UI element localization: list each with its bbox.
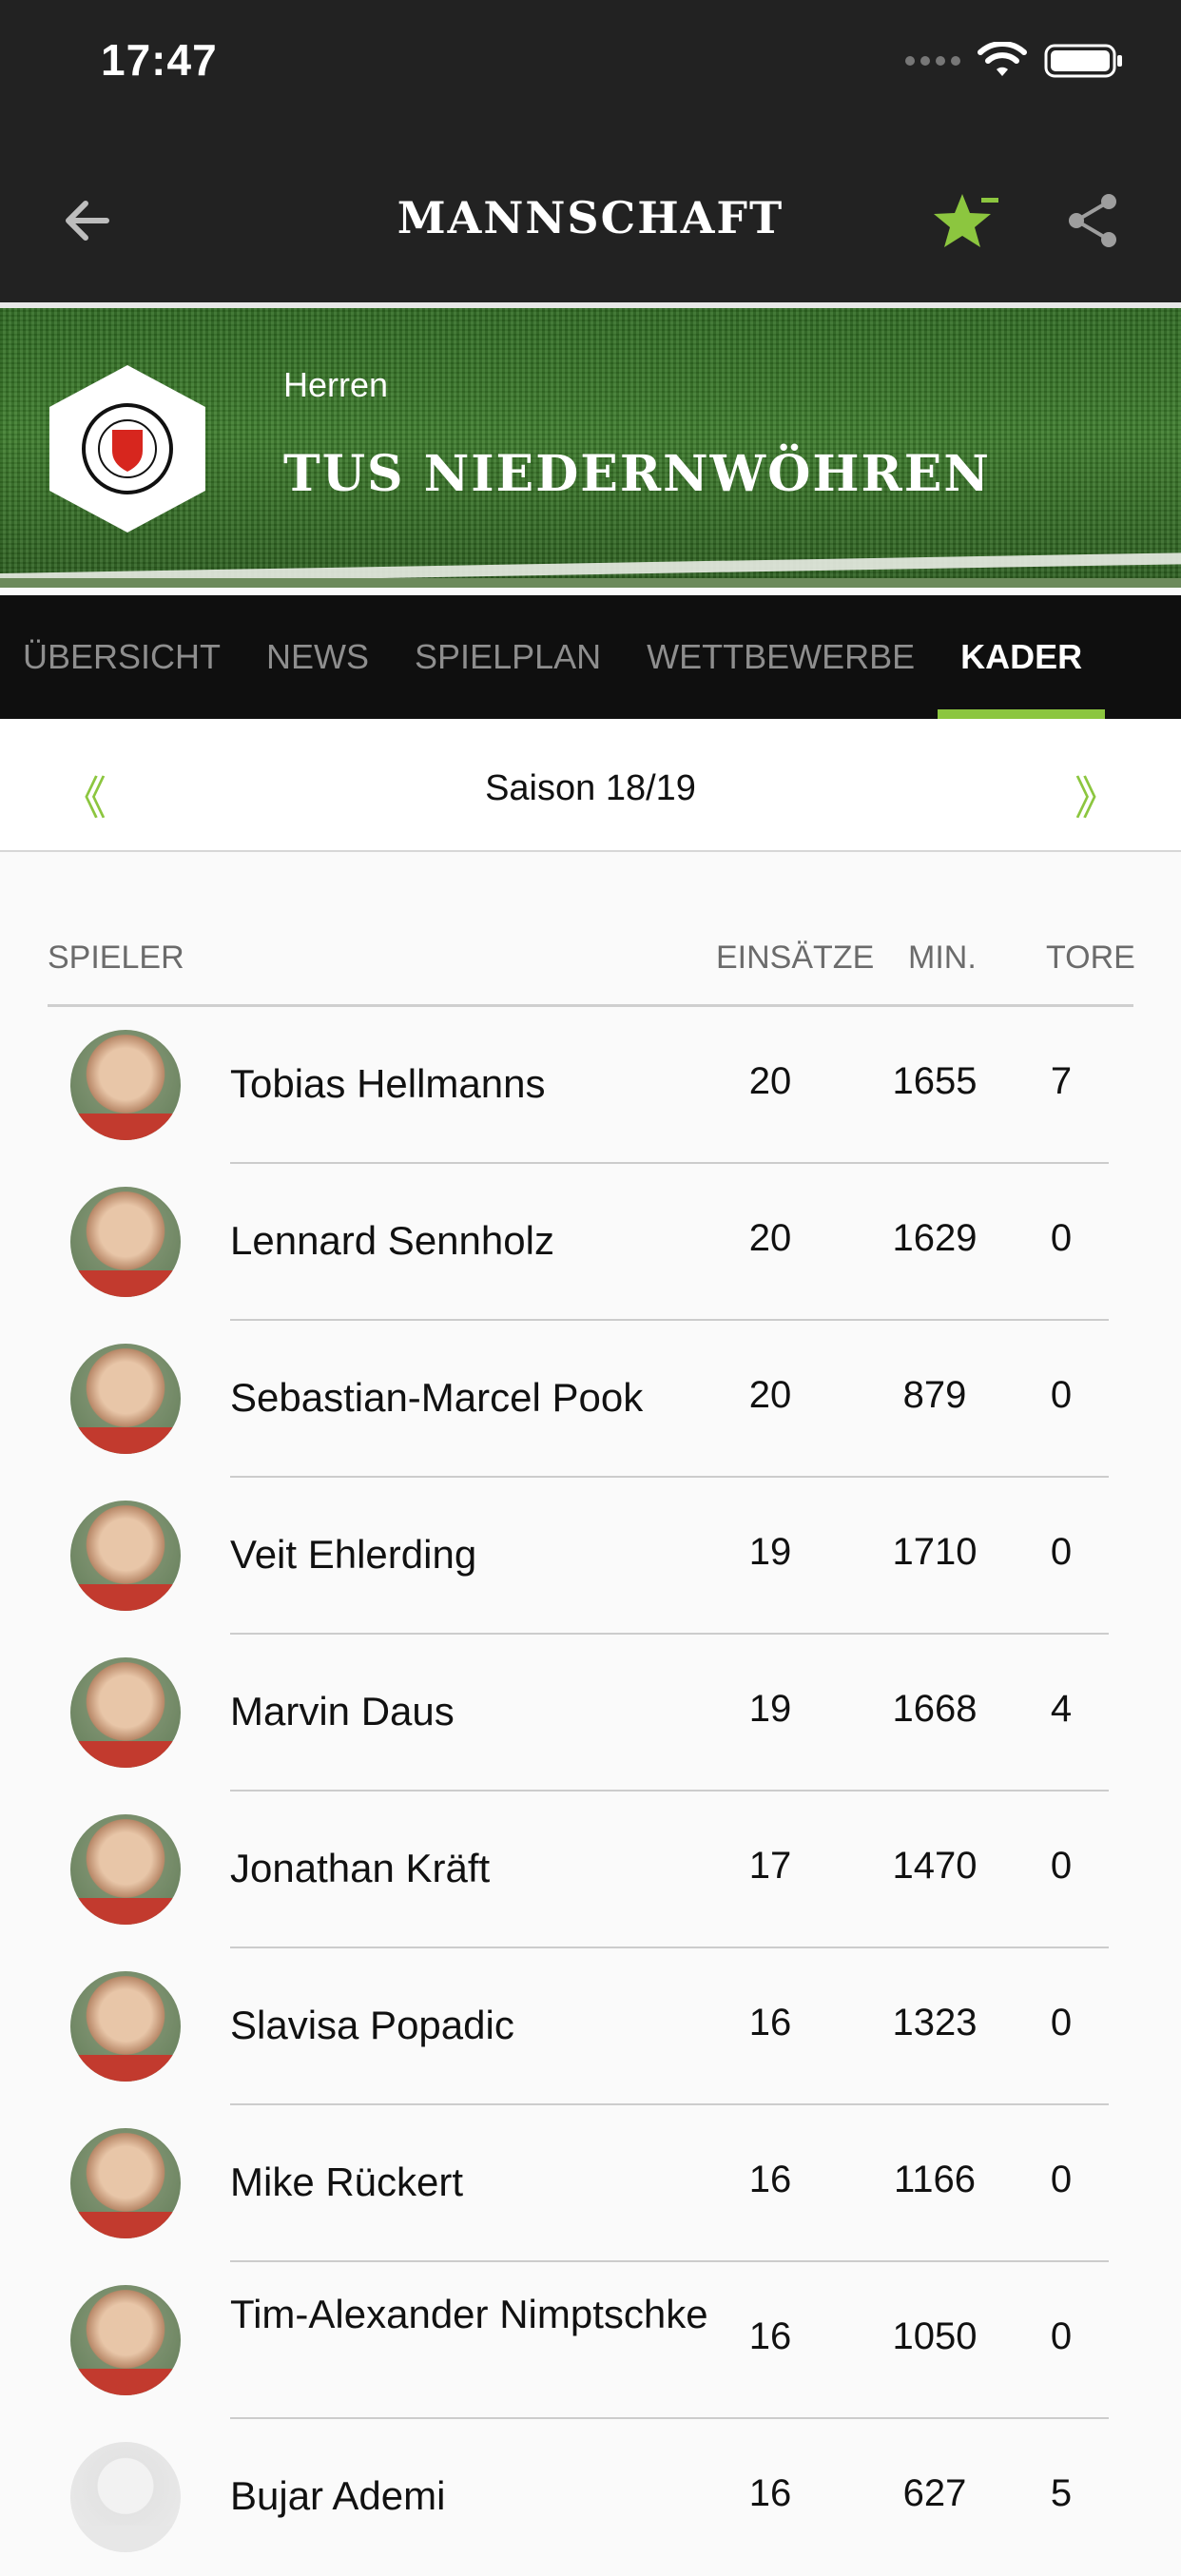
column-header-player: SPIELER xyxy=(48,939,184,976)
player-minutes: 1655 xyxy=(892,1060,978,1102)
next-season-button[interactable]: 》 xyxy=(1075,761,1120,827)
page-title: MANNSCHAFT xyxy=(397,192,784,243)
player-name: Tim-Alexander Nimptschke xyxy=(230,2292,708,2336)
navigation-bar: MANNSCHAFT xyxy=(0,143,1181,304)
player-goals: 4 xyxy=(1050,1688,1073,1730)
tab-kader[interactable]: KADER xyxy=(938,595,1106,719)
player-minutes: 1323 xyxy=(892,2002,978,2043)
player-goals: 7 xyxy=(1050,1060,1073,1102)
table-header: SPIELER EINSÄTZE MIN. TORE xyxy=(48,913,1135,1007)
player-goals: 0 xyxy=(1050,1531,1073,1573)
team-logo xyxy=(49,365,205,533)
wifi-icon xyxy=(978,42,1027,76)
column-header-goals: TORE xyxy=(1046,939,1135,976)
table-row[interactable]: Sebastian-Marcel Pook 20 879 0 xyxy=(48,1321,1133,1478)
squad-table: SPIELER EINSÄTZE MIN. TORE Tobias Hellma… xyxy=(48,913,1135,2576)
club-crest-icon xyxy=(82,403,173,494)
player-goals: 5 xyxy=(1050,2472,1073,2514)
tab-uebersicht[interactable]: ÜBERSICHT xyxy=(0,595,243,719)
table-row[interactable]: Veit Ehlerding 19 1710 0 xyxy=(48,1478,1133,1635)
player-appearances: 20 xyxy=(748,1060,792,1102)
column-header-appearances: EINSÄTZE xyxy=(716,939,875,976)
player-appearances: 19 xyxy=(748,1531,792,1573)
status-bar: 17:47 xyxy=(0,0,1181,143)
player-name: Tobias Hellmanns xyxy=(230,1061,546,1106)
status-icons xyxy=(905,42,1124,80)
player-appearances: 16 xyxy=(748,2315,792,2357)
player-avatar xyxy=(70,1344,181,1454)
cellular-signal-icon xyxy=(905,56,960,66)
player-goals: 0 xyxy=(1050,1845,1073,1887)
table-row[interactable]: Slavisa Popadic 16 1323 0 xyxy=(48,1948,1133,2105)
player-minutes: 1470 xyxy=(892,1845,978,1887)
player-avatar xyxy=(70,2285,181,2395)
player-appearances: 16 xyxy=(748,2472,792,2514)
team-header: Herren TUS NIEDERNWÖHREN xyxy=(0,308,1181,588)
player-goals: 0 xyxy=(1050,1374,1073,1416)
player-avatar xyxy=(70,1501,181,1611)
player-name: Jonathan Kräft xyxy=(230,1846,491,1890)
player-appearances: 19 xyxy=(748,1688,792,1730)
player-avatar-placeholder xyxy=(70,2442,181,2552)
status-time: 17:47 xyxy=(101,35,218,85)
team-name: TUS NIEDERNWÖHREN xyxy=(283,445,991,503)
tab-bar: ÜBERSICHT NEWS SPIELPLAN WETTBEWERBE KAD… xyxy=(0,595,1181,719)
player-name: Mike Rückert xyxy=(230,2160,464,2204)
player-minutes: 1166 xyxy=(893,2159,976,2200)
table-row[interactable]: Bujar Ademi 16 627 5 xyxy=(48,2419,1133,2576)
battery-icon xyxy=(1044,44,1122,78)
player-name: Sebastian-Marcel Pook xyxy=(230,1375,644,1420)
player-goals: 0 xyxy=(1050,1217,1073,1259)
player-name: Slavisa Popadic xyxy=(230,2003,514,2047)
season-selector: 《 Saison 18/19 》 xyxy=(0,719,1181,852)
player-goals: 0 xyxy=(1050,2002,1073,2043)
tab-news[interactable]: NEWS xyxy=(243,595,392,719)
table-row[interactable]: Tim-Alexander Nimptschke 16 1050 0 xyxy=(48,2262,1133,2419)
player-goals: 0 xyxy=(1050,2159,1073,2200)
player-appearances: 16 xyxy=(748,2159,792,2200)
player-name: Marvin Daus xyxy=(230,1689,455,1733)
table-row[interactable]: Jonathan Kräft 17 1470 0 xyxy=(48,1792,1133,1948)
player-avatar xyxy=(70,1187,181,1297)
player-minutes: 879 xyxy=(902,1374,967,1416)
player-avatar xyxy=(70,2128,181,2238)
player-appearances: 16 xyxy=(748,2002,792,2043)
table-row[interactable]: Tobias Hellmanns 20 1655 7 xyxy=(48,1007,1133,1164)
player-name: Bujar Ademi xyxy=(230,2473,446,2518)
player-minutes: 1710 xyxy=(892,1531,978,1573)
player-appearances: 17 xyxy=(748,1845,792,1887)
player-minutes: 1050 xyxy=(892,2315,978,2357)
player-minutes: 1629 xyxy=(892,1217,978,1259)
tab-spielplan[interactable]: SPIELPLAN xyxy=(392,595,624,719)
table-row[interactable]: Mike Rückert 16 1166 0 xyxy=(48,2105,1133,2262)
player-avatar xyxy=(70,1657,181,1768)
season-label: Saison 18/19 xyxy=(485,768,696,808)
field-line-shadow xyxy=(0,578,1181,588)
player-minutes: 627 xyxy=(902,2472,967,2514)
table-row[interactable]: Marvin Daus 19 1668 4 xyxy=(48,1635,1133,1792)
favorite-star-icon[interactable] xyxy=(934,188,1000,255)
player-name: Veit Ehlerding xyxy=(230,1532,477,1577)
table-row[interactable]: Lennard Sennholz 20 1629 0 xyxy=(48,1164,1133,1321)
player-name: Lennard Sennholz xyxy=(230,1218,554,1263)
share-icon[interactable] xyxy=(1065,192,1122,249)
player-avatar xyxy=(70,1971,181,2082)
player-avatar xyxy=(70,1814,181,1925)
player-minutes: 1668 xyxy=(892,1688,978,1730)
player-goals: 0 xyxy=(1050,2315,1073,2357)
player-avatar xyxy=(70,1030,181,1140)
team-category: Herren xyxy=(283,365,389,404)
player-appearances: 20 xyxy=(748,1217,792,1259)
player-appearances: 20 xyxy=(748,1374,792,1416)
column-header-minutes: MIN. xyxy=(908,939,977,976)
tab-wettbewerbe[interactable]: WETTBEWERBE xyxy=(624,595,938,719)
